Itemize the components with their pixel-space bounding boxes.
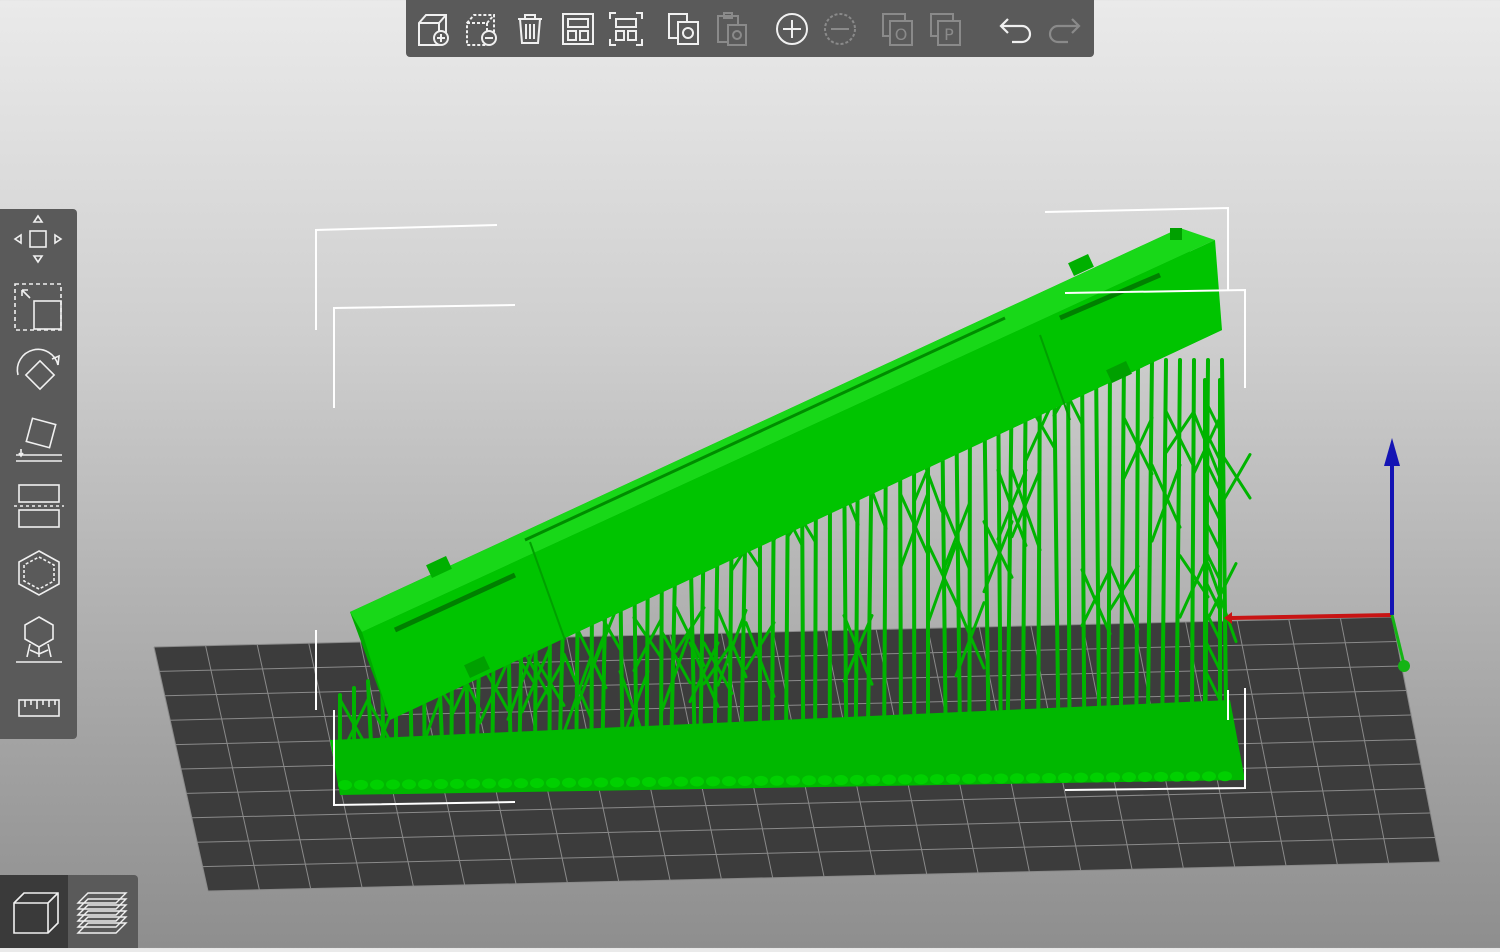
split-parts-letter: P xyxy=(944,25,954,44)
support-base-cone xyxy=(1186,772,1200,782)
support-base-cone xyxy=(770,776,784,786)
support-base-cone xyxy=(450,779,464,789)
support-base-cone xyxy=(866,775,880,785)
split-objects-letter: O xyxy=(895,25,908,44)
arrange-selection-icon[interactable] xyxy=(606,9,646,49)
measure-icon[interactable] xyxy=(12,681,66,735)
support-base-cone xyxy=(434,779,448,789)
move-icon[interactable] xyxy=(12,212,66,266)
support-base-cone xyxy=(658,777,672,787)
support-base-cone xyxy=(546,778,560,788)
cut-icon[interactable] xyxy=(12,479,66,533)
support-base-cone xyxy=(978,774,992,784)
rotate-icon[interactable] xyxy=(12,345,66,399)
support-base-cone xyxy=(706,776,720,786)
split-objects-icon[interactable]: O xyxy=(878,9,918,49)
support-base-cone xyxy=(1058,773,1072,783)
support-base-cone xyxy=(802,775,816,785)
support-pillar xyxy=(1108,360,1110,745)
support-base-cone xyxy=(994,773,1008,783)
support-base-cone xyxy=(1218,771,1232,781)
support-base-cone xyxy=(578,778,592,788)
support-base-cone xyxy=(914,774,928,784)
support-base-cone xyxy=(898,774,912,784)
undo-icon[interactable] xyxy=(996,9,1036,49)
delete-icon[interactable] xyxy=(462,9,502,49)
support-pillar xyxy=(1192,360,1194,743)
3d-view-icon[interactable] xyxy=(0,875,68,948)
remove-instance-icon[interactable] xyxy=(820,9,860,49)
place-on-face-icon[interactable] xyxy=(12,411,66,465)
support-base-cone xyxy=(882,775,896,785)
support-base-cone xyxy=(642,777,656,787)
split-parts-icon[interactable]: P xyxy=(926,9,966,49)
support-base-cone xyxy=(1010,773,1024,783)
support-base-cone xyxy=(1202,771,1216,781)
support-base-cone xyxy=(626,777,640,787)
support-base-cone xyxy=(1074,773,1088,783)
redo-icon[interactable] xyxy=(1044,9,1084,49)
support-base-cone xyxy=(930,774,944,784)
support-base-cone xyxy=(962,774,976,784)
support-pillar xyxy=(1136,360,1138,744)
support-base-cone xyxy=(1138,772,1152,782)
top-toolbar: O P xyxy=(406,0,1094,57)
support-base-cone xyxy=(498,778,512,788)
support-pillar xyxy=(1038,360,1040,746)
support-base-cone xyxy=(482,779,496,789)
delete-all-icon[interactable] xyxy=(510,9,550,49)
support-base-cone xyxy=(722,776,736,786)
support-base-cone xyxy=(834,775,848,785)
support-base-cone xyxy=(418,779,432,789)
copy-icon[interactable] xyxy=(664,9,704,49)
support-base-cone xyxy=(738,776,752,786)
arrange-icon[interactable] xyxy=(558,9,598,49)
support-base-cone xyxy=(786,776,800,786)
support-base-cone xyxy=(674,777,688,787)
hollow-icon[interactable] xyxy=(12,546,66,600)
support-base-cone xyxy=(466,779,480,789)
paste-icon[interactable] xyxy=(712,9,752,49)
support-base-cone xyxy=(354,780,368,790)
support-base-cone xyxy=(594,777,608,787)
support-base-cone xyxy=(1106,772,1120,782)
support-base-cone xyxy=(370,780,384,790)
support-base-cone xyxy=(1026,773,1040,783)
support-base-cone xyxy=(1090,772,1104,782)
preview-layers-icon[interactable] xyxy=(70,875,138,948)
support-base-cone xyxy=(818,775,832,785)
support-base-cone xyxy=(1122,772,1136,782)
support-base-cone xyxy=(338,780,352,790)
add-instance-icon[interactable] xyxy=(772,9,812,49)
support-base-cone xyxy=(850,775,864,785)
support-base-cone xyxy=(386,780,400,790)
support-base-cone xyxy=(946,774,960,784)
scale-icon[interactable] xyxy=(12,279,66,333)
sla-supports-icon[interactable] xyxy=(12,612,66,666)
left-toolbar xyxy=(0,209,77,739)
support-base-cone xyxy=(402,779,416,789)
support-base-cone xyxy=(754,776,768,786)
add-icon[interactable] xyxy=(414,9,454,49)
support-base-cone xyxy=(530,778,544,788)
support-base-cone xyxy=(1170,772,1184,782)
3d-viewport[interactable] xyxy=(0,0,1500,948)
support-base-cone xyxy=(1042,773,1056,783)
support-base-cone xyxy=(514,778,528,788)
support-base-cone xyxy=(610,777,624,787)
support-base-cone xyxy=(690,776,704,786)
support-pillar xyxy=(1082,360,1084,745)
support-base-cone xyxy=(562,778,576,788)
view-switch xyxy=(0,875,138,948)
support-base-cone xyxy=(1154,772,1168,782)
